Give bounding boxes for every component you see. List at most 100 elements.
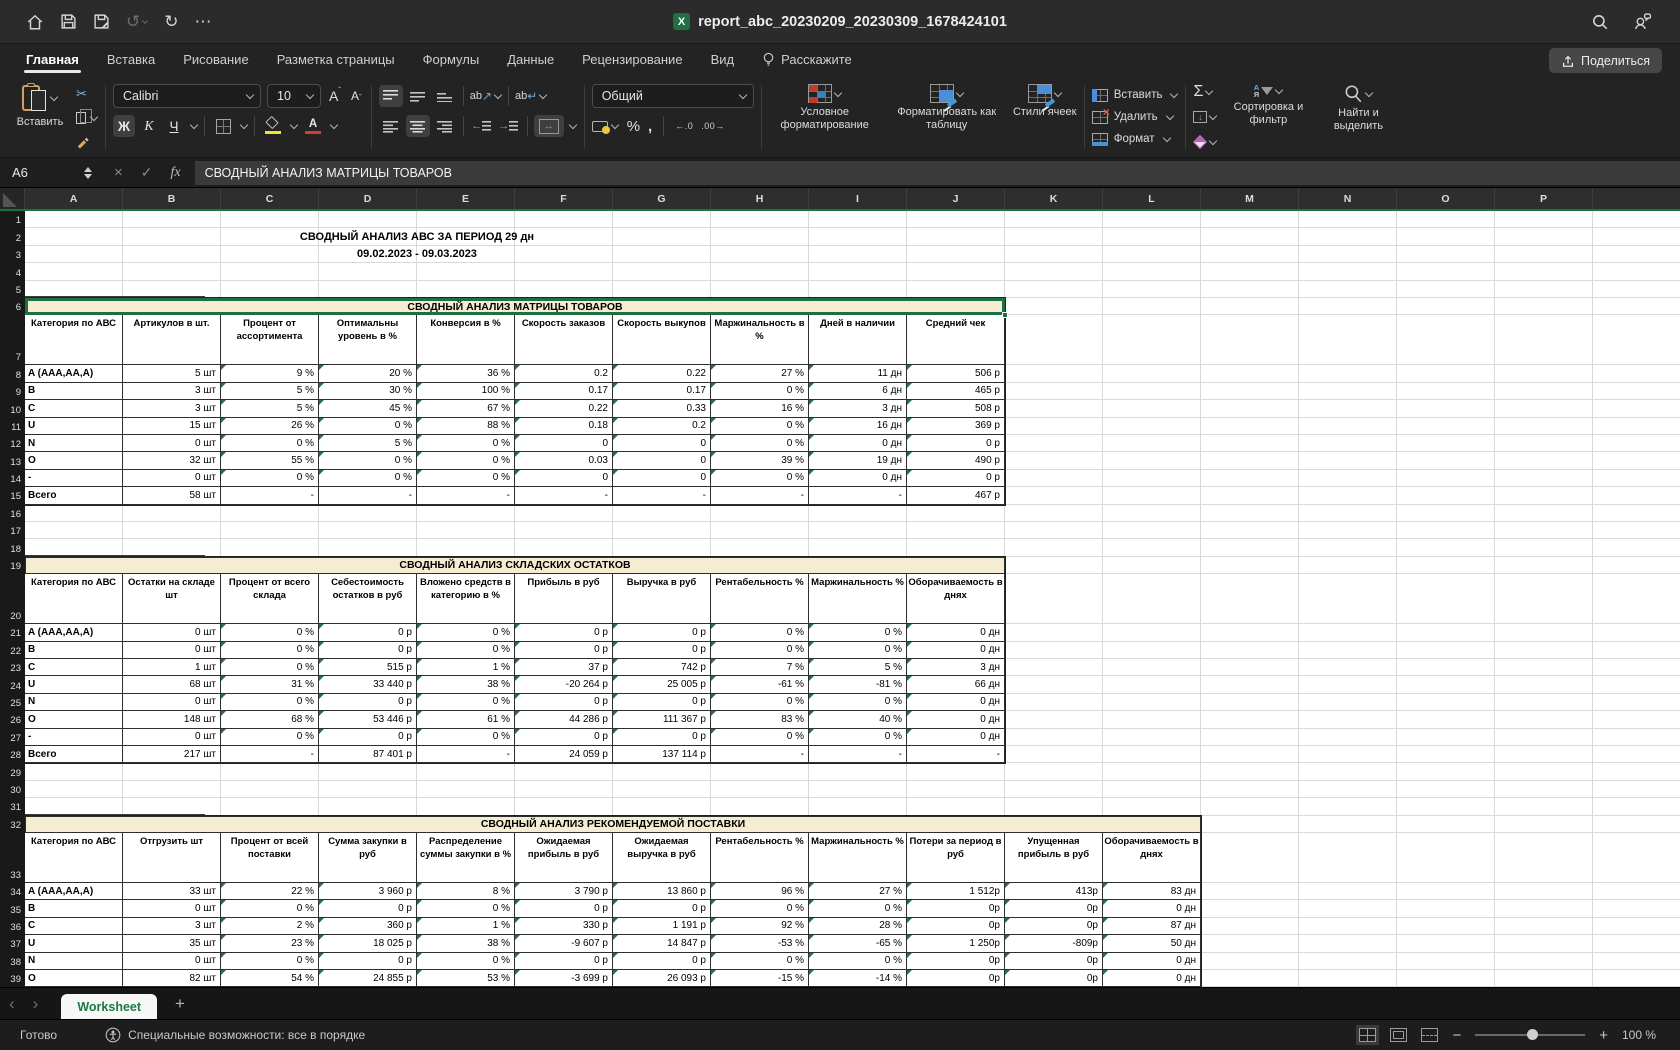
- cell[interactable]: 0 дн: [809, 434, 907, 453]
- cell[interactable]: 55 %: [221, 452, 319, 470]
- cell[interactable]: 0 р: [907, 469, 1005, 488]
- cell[interactable]: -65 %: [809, 935, 907, 953]
- cell-styles-button[interactable]: Стили ячеек: [1013, 81, 1077, 153]
- next-sheet-arrow[interactable]: ›: [24, 994, 48, 1014]
- cell[interactable]: 68 шт: [123, 676, 221, 694]
- row-header-19[interactable]: 19: [0, 557, 25, 574]
- cell[interactable]: 0 %: [221, 952, 319, 970]
- save-as-icon[interactable]: [93, 13, 110, 30]
- cell[interactable]: 148 шт: [123, 711, 221, 729]
- cell[interactable]: N: [25, 693, 123, 712]
- cell[interactable]: 0.18: [515, 417, 613, 435]
- cell[interactable]: 0 шт: [123, 900, 221, 918]
- row-header-11[interactable]: 11: [0, 418, 25, 435]
- cell[interactable]: 0 шт: [123, 624, 221, 642]
- column-header-H[interactable]: H: [711, 188, 809, 209]
- table-header-cell[interactable]: Прибыль в руб: [515, 574, 613, 625]
- row-header-6[interactable]: 6: [0, 298, 25, 315]
- table-header-cell[interactable]: Потери за период в руб: [907, 832, 1005, 883]
- cell[interactable]: -9 607 р: [515, 935, 613, 953]
- cell[interactable]: 87 401 р: [319, 745, 417, 764]
- cell[interactable]: 0 %: [417, 641, 515, 659]
- cell[interactable]: Всего: [25, 487, 123, 505]
- row-header-33[interactable]: 33: [0, 833, 25, 883]
- row-header-38[interactable]: 38: [0, 952, 25, 969]
- row-header-27[interactable]: 27: [0, 728, 25, 745]
- cell[interactable]: 14 847 р: [613, 935, 711, 953]
- sort-filter-button[interactable]: АЯ Сортировка и фильтр: [1225, 81, 1311, 153]
- cell[interactable]: C: [25, 658, 123, 677]
- cell[interactable]: 30 %: [319, 382, 417, 401]
- comma-format-icon[interactable]: ,: [648, 118, 652, 135]
- cell[interactable]: 0 р: [613, 952, 711, 970]
- cell[interactable]: 68 %: [221, 711, 319, 729]
- cell[interactable]: 44 286 р: [515, 711, 613, 729]
- cell[interactable]: 0 %: [417, 452, 515, 470]
- cell[interactable]: 1 512р: [907, 882, 1005, 901]
- more-actions-icon[interactable]: ⋯: [195, 13, 212, 30]
- row-header-16[interactable]: 16: [0, 504, 25, 521]
- column-header-O[interactable]: O: [1397, 188, 1495, 209]
- find-select-button[interactable]: Найти и выделить: [1319, 81, 1397, 153]
- column-header-A[interactable]: A: [25, 188, 123, 209]
- cell[interactable]: 40 %: [809, 711, 907, 729]
- cell[interactable]: 96 %: [711, 882, 809, 901]
- cell[interactable]: -: [711, 745, 809, 764]
- cell[interactable]: 0 р: [319, 641, 417, 659]
- cell[interactable]: 0 %: [711, 624, 809, 642]
- table-title[interactable]: СВОДНЫЙ АНАЛИЗ РЕКОМЕНДУЕМОЙ ПОСТАВКИ: [25, 815, 1201, 833]
- row-header-28[interactable]: 28: [0, 746, 25, 763]
- table-header-cell[interactable]: Конверсия в %: [417, 315, 515, 366]
- cell[interactable]: 0 %: [417, 728, 515, 746]
- cell[interactable]: -: [319, 487, 417, 505]
- cell[interactable]: 87 дн: [1103, 917, 1201, 936]
- cell[interactable]: 3 790 р: [515, 882, 613, 901]
- cell[interactable]: 0 р: [613, 900, 711, 918]
- percent-format-icon[interactable]: %: [627, 118, 640, 135]
- cell[interactable]: 54 %: [221, 969, 319, 987]
- format-cells-button[interactable]: Формат: [1091, 128, 1179, 150]
- table-title[interactable]: СВОДНЫЙ АНАЛИЗ МАТРИЦЫ ТОВАРОВ: [25, 298, 1008, 319]
- table-header-cell[interactable]: Скорость выкупов: [613, 315, 711, 366]
- cell[interactable]: 58 шт: [123, 487, 221, 505]
- cell[interactable]: 3 дн: [907, 658, 1005, 677]
- cell[interactable]: 66 дн: [907, 676, 1005, 694]
- cell[interactable]: 5 %: [221, 382, 319, 401]
- align-left-button[interactable]: [379, 115, 403, 137]
- cell[interactable]: 0 р: [319, 693, 417, 712]
- row-header-3[interactable]: 3: [0, 246, 25, 263]
- align-middle-button[interactable]: [406, 85, 430, 107]
- cell[interactable]: O: [25, 711, 123, 729]
- table-header-cell[interactable]: Распределение суммы закупки в %: [417, 832, 515, 883]
- row-header-32[interactable]: 32: [0, 815, 25, 832]
- cell[interactable]: 0: [515, 469, 613, 488]
- cell[interactable]: 506 р: [907, 365, 1005, 383]
- cell[interactable]: 16 %: [711, 400, 809, 418]
- row-header-34[interactable]: 34: [0, 883, 25, 900]
- row-header-13[interactable]: 13: [0, 452, 25, 469]
- tab-Формулы[interactable]: Формулы: [409, 45, 494, 76]
- cell[interactable]: 0 %: [221, 900, 319, 918]
- cell[interactable]: 0 р: [515, 624, 613, 642]
- cell[interactable]: 26 093 р: [613, 969, 711, 987]
- cell[interactable]: A (AAA,AA,A): [25, 365, 123, 383]
- cell[interactable]: 1 %: [417, 917, 515, 936]
- row-header-1[interactable]: 1: [0, 211, 25, 228]
- sheet-tab-worksheet[interactable]: Worksheet: [61, 994, 158, 1019]
- cell[interactable]: 36 %: [417, 365, 515, 383]
- table-header-cell[interactable]: Процент от ассортимента: [221, 315, 319, 366]
- table-header-cell[interactable]: Средний чек: [907, 315, 1005, 366]
- merge-center-button[interactable]: ↔: [533, 115, 564, 137]
- cell[interactable]: -: [417, 487, 515, 505]
- decrease-font-button[interactable]: Aˆ: [349, 87, 364, 103]
- cell[interactable]: 0 %: [711, 417, 809, 435]
- column-header-D[interactable]: D: [319, 188, 417, 209]
- cell[interactable]: 7 %: [711, 658, 809, 677]
- cell[interactable]: 0.17: [613, 382, 711, 401]
- cell[interactable]: 0 шт: [123, 469, 221, 488]
- row-header-31[interactable]: 31: [0, 798, 25, 815]
- cell[interactable]: 0 р: [515, 728, 613, 746]
- cell[interactable]: 0 шт: [123, 434, 221, 453]
- home-icon[interactable]: [26, 13, 44, 31]
- cell[interactable]: 6 дн: [809, 382, 907, 401]
